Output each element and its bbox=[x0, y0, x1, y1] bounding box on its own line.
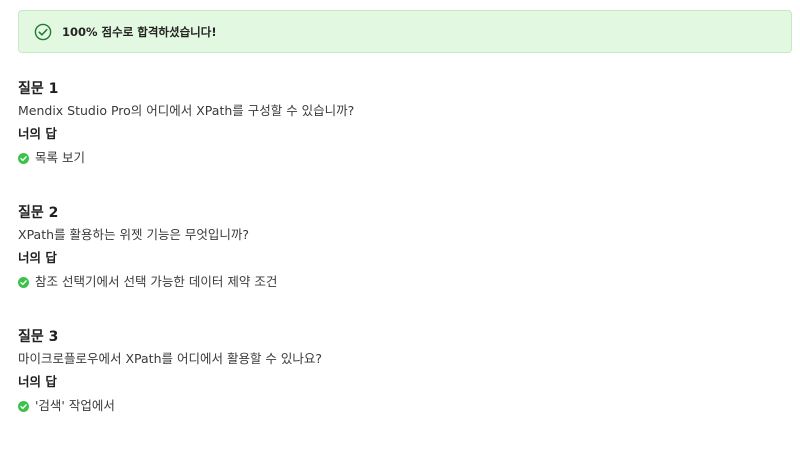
question-text: 마이크로플로우에서 XPath를 어디에서 활용할 수 있나요? bbox=[18, 351, 323, 366]
question-title: 질문 1 bbox=[18, 81, 59, 97]
question-1: 질문 1 Mendix Studio Pro의 어디에서 XPath를 구성할 … bbox=[18, 79, 778, 167]
question-title: 질문 2 bbox=[18, 205, 59, 221]
question-title: 질문 3 bbox=[18, 329, 59, 345]
answer-text: 참조 선택기에서 선택 가능한 데이터 제약 조건 bbox=[35, 274, 278, 289]
quiz-results-page: 100% 점수로 합격하셨습니다! 질문 1 Mendix Studio Pro… bbox=[0, 0, 800, 455]
check-circle-icon bbox=[18, 276, 29, 288]
answer-text: 목록 보기 bbox=[35, 150, 85, 165]
answer-label: 너의 답 bbox=[18, 250, 57, 265]
answer-row: 목록 보기 bbox=[18, 149, 778, 167]
check-circle-icon bbox=[18, 152, 29, 164]
answer-row: '검색' 작업에서 bbox=[18, 397, 778, 415]
answer-label: 너의 답 bbox=[18, 374, 57, 389]
check-circle-icon bbox=[18, 400, 29, 412]
question-3: 질문 3 마이크로플로우에서 XPath를 어디에서 활용할 수 있나요? 너의… bbox=[18, 327, 778, 415]
answer-label: 너의 답 bbox=[18, 126, 57, 141]
answer-row: 참조 선택기에서 선택 가능한 데이터 제약 조건 bbox=[18, 273, 778, 291]
pass-result-banner: 100% 점수로 합격하셨습니다! bbox=[18, 10, 792, 53]
question-text: Mendix Studio Pro의 어디에서 XPath를 구성할 수 있습니… bbox=[18, 103, 355, 118]
circle-check-icon bbox=[33, 22, 53, 42]
pass-message: 100% 점수로 합격하셨습니다! bbox=[62, 24, 217, 39]
answer-text: '검색' 작업에서 bbox=[35, 398, 115, 413]
question-text: XPath를 활용하는 위젯 기능은 무엇입니까? bbox=[18, 227, 250, 242]
question-2: 질문 2 XPath를 활용하는 위젯 기능은 무엇입니까? 너의 답 참조 선… bbox=[18, 203, 778, 291]
